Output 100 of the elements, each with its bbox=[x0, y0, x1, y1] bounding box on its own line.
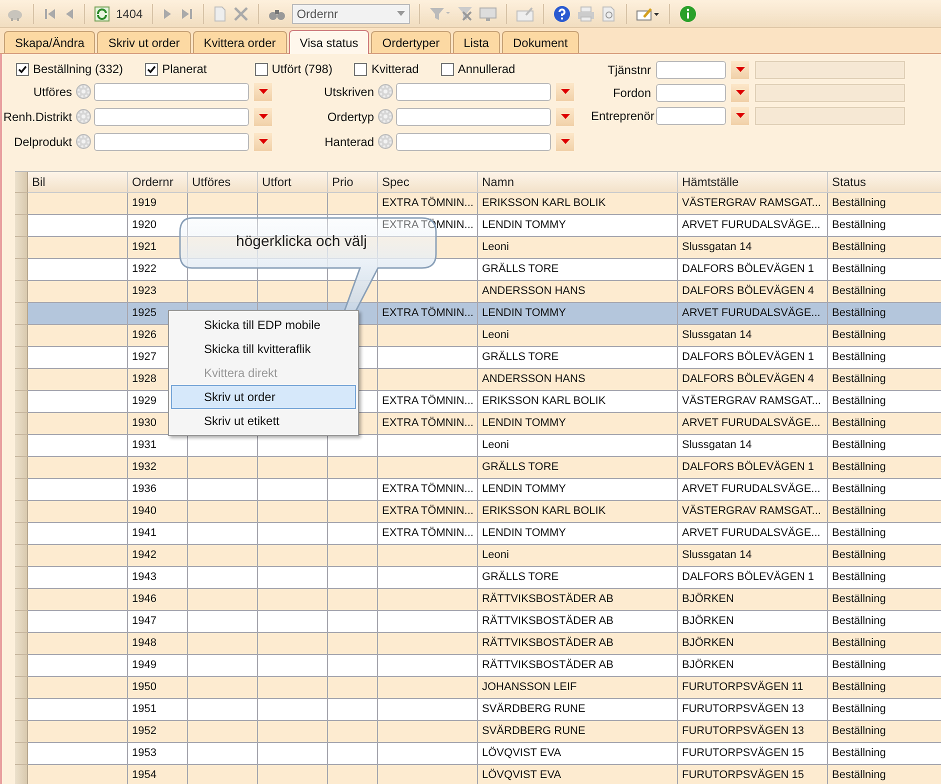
dropdown-arrow-icon bbox=[258, 114, 268, 119]
row-header bbox=[15, 215, 28, 237]
table-row[interactable]: 1946 RÄTTVIKSBOSTÄDER AB BJÖRKEN Beställning bbox=[15, 589, 941, 611]
menu-item[interactable]: Skriv ut order bbox=[171, 385, 356, 409]
table-row[interactable]: 1953 LÖVQVIST EVA FURUTORPSVÄGEN 15 Beställning bbox=[15, 743, 941, 765]
checkbox[interactable] bbox=[254, 62, 268, 76]
filter-field[interactable] bbox=[94, 132, 249, 150]
filter-field[interactable] bbox=[396, 82, 551, 100]
table-row[interactable]: 1919 EXTRA TÖMNIN... ERIKSSON KARL BOLIK VÄSTERGRAV RAMSGAT... Beställning bbox=[15, 193, 941, 215]
table-row[interactable]: 1950 JOHANSSON LEIF FURUTORPSVÄGEN 11 Beställning bbox=[15, 677, 941, 699]
row-header bbox=[15, 369, 28, 391]
dropdown-button[interactable] bbox=[731, 60, 749, 78]
filter-field[interactable] bbox=[396, 132, 551, 150]
monitor-icon[interactable] bbox=[478, 6, 497, 22]
info-icon[interactable] bbox=[678, 4, 697, 22]
refresh-icon[interactable] bbox=[94, 6, 110, 22]
dropdown-arrow-icon bbox=[258, 89, 268, 94]
dropdown-button[interactable] bbox=[254, 108, 272, 126]
table-row[interactable]: 1948 RÄTTVIKSBOSTÄDER AB BJÖRKEN Beställning bbox=[15, 633, 941, 655]
row-header bbox=[15, 457, 28, 479]
dropdown-button[interactable] bbox=[556, 108, 574, 126]
table-row[interactable]: 1940 EXTRA TÖMNIN... ERIKSSON KARL BOLIK VÄSTERGRAV RAMSGAT... Beställning bbox=[15, 501, 941, 523]
row-header bbox=[15, 655, 28, 677]
print-preview-icon[interactable] bbox=[600, 6, 617, 22]
tab[interactable]: Skriv ut order bbox=[97, 31, 191, 53]
filter-field[interactable] bbox=[656, 84, 726, 102]
printer-icon[interactable] bbox=[576, 6, 595, 22]
gear-icon[interactable] bbox=[75, 83, 92, 100]
first-record-icon[interactable] bbox=[43, 6, 57, 20]
field-label: Delprodukt bbox=[12, 134, 72, 148]
checkbox[interactable] bbox=[145, 62, 158, 76]
gear-icon[interactable] bbox=[75, 108, 92, 125]
checkbox-label: Annullerad bbox=[458, 62, 516, 76]
row-header bbox=[15, 347, 28, 369]
clear-filter-icon[interactable] bbox=[456, 6, 473, 22]
dropdown-arrow-icon bbox=[736, 67, 744, 72]
table-row[interactable]: 1951 SVÄRDBERG RUNE FURUTORPSVÄGEN 13 Beställning bbox=[15, 699, 941, 721]
gear-icon[interactable] bbox=[377, 108, 394, 125]
tab[interactable]: Lista bbox=[452, 31, 500, 53]
filter-field[interactable] bbox=[94, 82, 249, 100]
filter-field[interactable] bbox=[94, 108, 249, 126]
row-header bbox=[15, 281, 28, 303]
table-cell: FURUTORPSVÄGEN 15 bbox=[678, 765, 828, 784]
field-label: Utskriven bbox=[322, 84, 374, 98]
last-record-icon[interactable] bbox=[180, 6, 194, 20]
new-document-icon[interactable] bbox=[212, 6, 227, 22]
row-header bbox=[15, 589, 28, 611]
dropdown-button[interactable] bbox=[556, 82, 574, 100]
dropdown-arrow-icon bbox=[258, 139, 268, 144]
table-row[interactable]: 1949 RÄTTVIKSBOSTÄDER AB BJÖRKEN Beställning bbox=[15, 655, 941, 677]
table-row[interactable]: 1936 EXTRA TÖMNIN... LENDIN TOMMY ARVET FURUDALSVÄGE... Beställning bbox=[15, 479, 941, 501]
checkbox[interactable] bbox=[16, 62, 29, 76]
table-row[interactable]: 1954 LÖVQVIST EVA FURUTORPSVÄGEN 15 Beställning bbox=[15, 765, 941, 784]
dropdown-button[interactable] bbox=[731, 106, 749, 124]
dropdown-arrow-icon bbox=[736, 113, 744, 118]
table-row[interactable]: 1942 Leoni Slussgatan 14 Beställning bbox=[15, 545, 941, 567]
dropdown-arrow-icon bbox=[560, 139, 570, 144]
row-header bbox=[15, 523, 28, 545]
dropdown-button[interactable] bbox=[254, 132, 272, 150]
field-label: Ordertyp bbox=[326, 110, 374, 124]
table-row[interactable]: 1932 GRÄLLS TORE DALFORS BÖLEVÄGEN 1 Beställning bbox=[15, 457, 941, 479]
gear-icon[interactable] bbox=[377, 133, 394, 150]
tab[interactable]: Ordertyper bbox=[371, 31, 451, 53]
filter-field[interactable] bbox=[396, 108, 551, 126]
gear-icon[interactable] bbox=[75, 133, 92, 150]
tab[interactable]: Skapa/Ändra bbox=[4, 31, 96, 53]
gear-icon[interactable] bbox=[377, 83, 394, 100]
table-row[interactable]: 1923 ANDERSSON HANS DALFORS BÖLEVÄGEN 4 Beställning bbox=[15, 281, 941, 303]
delete-icon[interactable] bbox=[232, 6, 249, 22]
checkbox[interactable] bbox=[440, 62, 454, 76]
dropdown-button[interactable] bbox=[254, 82, 272, 100]
tab[interactable]: Dokument bbox=[502, 31, 579, 53]
dropdown-arrow-icon bbox=[736, 90, 744, 95]
filter-icon[interactable] bbox=[428, 6, 451, 20]
row-header bbox=[15, 237, 28, 259]
table-row[interactable]: 1931 Leoni Slussgatan 14 Beställning bbox=[15, 435, 941, 457]
form-icon[interactable] bbox=[516, 6, 534, 22]
row-header bbox=[15, 479, 28, 501]
dropdown-button[interactable] bbox=[556, 132, 574, 150]
filter-field[interactable] bbox=[656, 106, 726, 124]
help-icon[interactable] bbox=[552, 4, 571, 22]
row-header bbox=[15, 303, 28, 325]
table-row[interactable]: 1943 GRÄLLS TORE DALFORS BÖLEVÄGEN 1 Beställning bbox=[15, 567, 941, 589]
table-row[interactable]: 1952 SVÄRDBERG RUNE FURUTORPSVÄGEN 13 Beställning bbox=[15, 721, 941, 743]
row-header bbox=[15, 413, 28, 435]
checkbox[interactable] bbox=[354, 62, 368, 76]
table-row[interactable]: 1947 RÄTTVIKSBOSTÄDER AB BJÖRKEN Beställning bbox=[15, 611, 941, 633]
tab[interactable]: Kvittera order bbox=[192, 31, 287, 53]
table-row[interactable]: 1941 EXTRA TÖMNIN... LENDIN TOMMY ARVET FURUDALSVÄGE... Beställning bbox=[15, 523, 941, 545]
dropdown-button[interactable] bbox=[731, 84, 749, 102]
field-label: Tjänstnr bbox=[606, 62, 651, 76]
search-field-dropdown[interactable]: Ordernr bbox=[292, 4, 410, 24]
table-cell: LÖVQVIST EVA bbox=[478, 765, 678, 784]
field-label: Renh.Distrikt bbox=[2, 110, 72, 124]
edit-dropdown-icon[interactable] bbox=[636, 6, 660, 22]
row-header bbox=[15, 391, 28, 413]
filter-field[interactable] bbox=[656, 60, 726, 78]
tab[interactable]: Visa status bbox=[288, 30, 370, 54]
row-header bbox=[15, 611, 28, 633]
dropdown-arrow-icon bbox=[396, 11, 405, 16]
